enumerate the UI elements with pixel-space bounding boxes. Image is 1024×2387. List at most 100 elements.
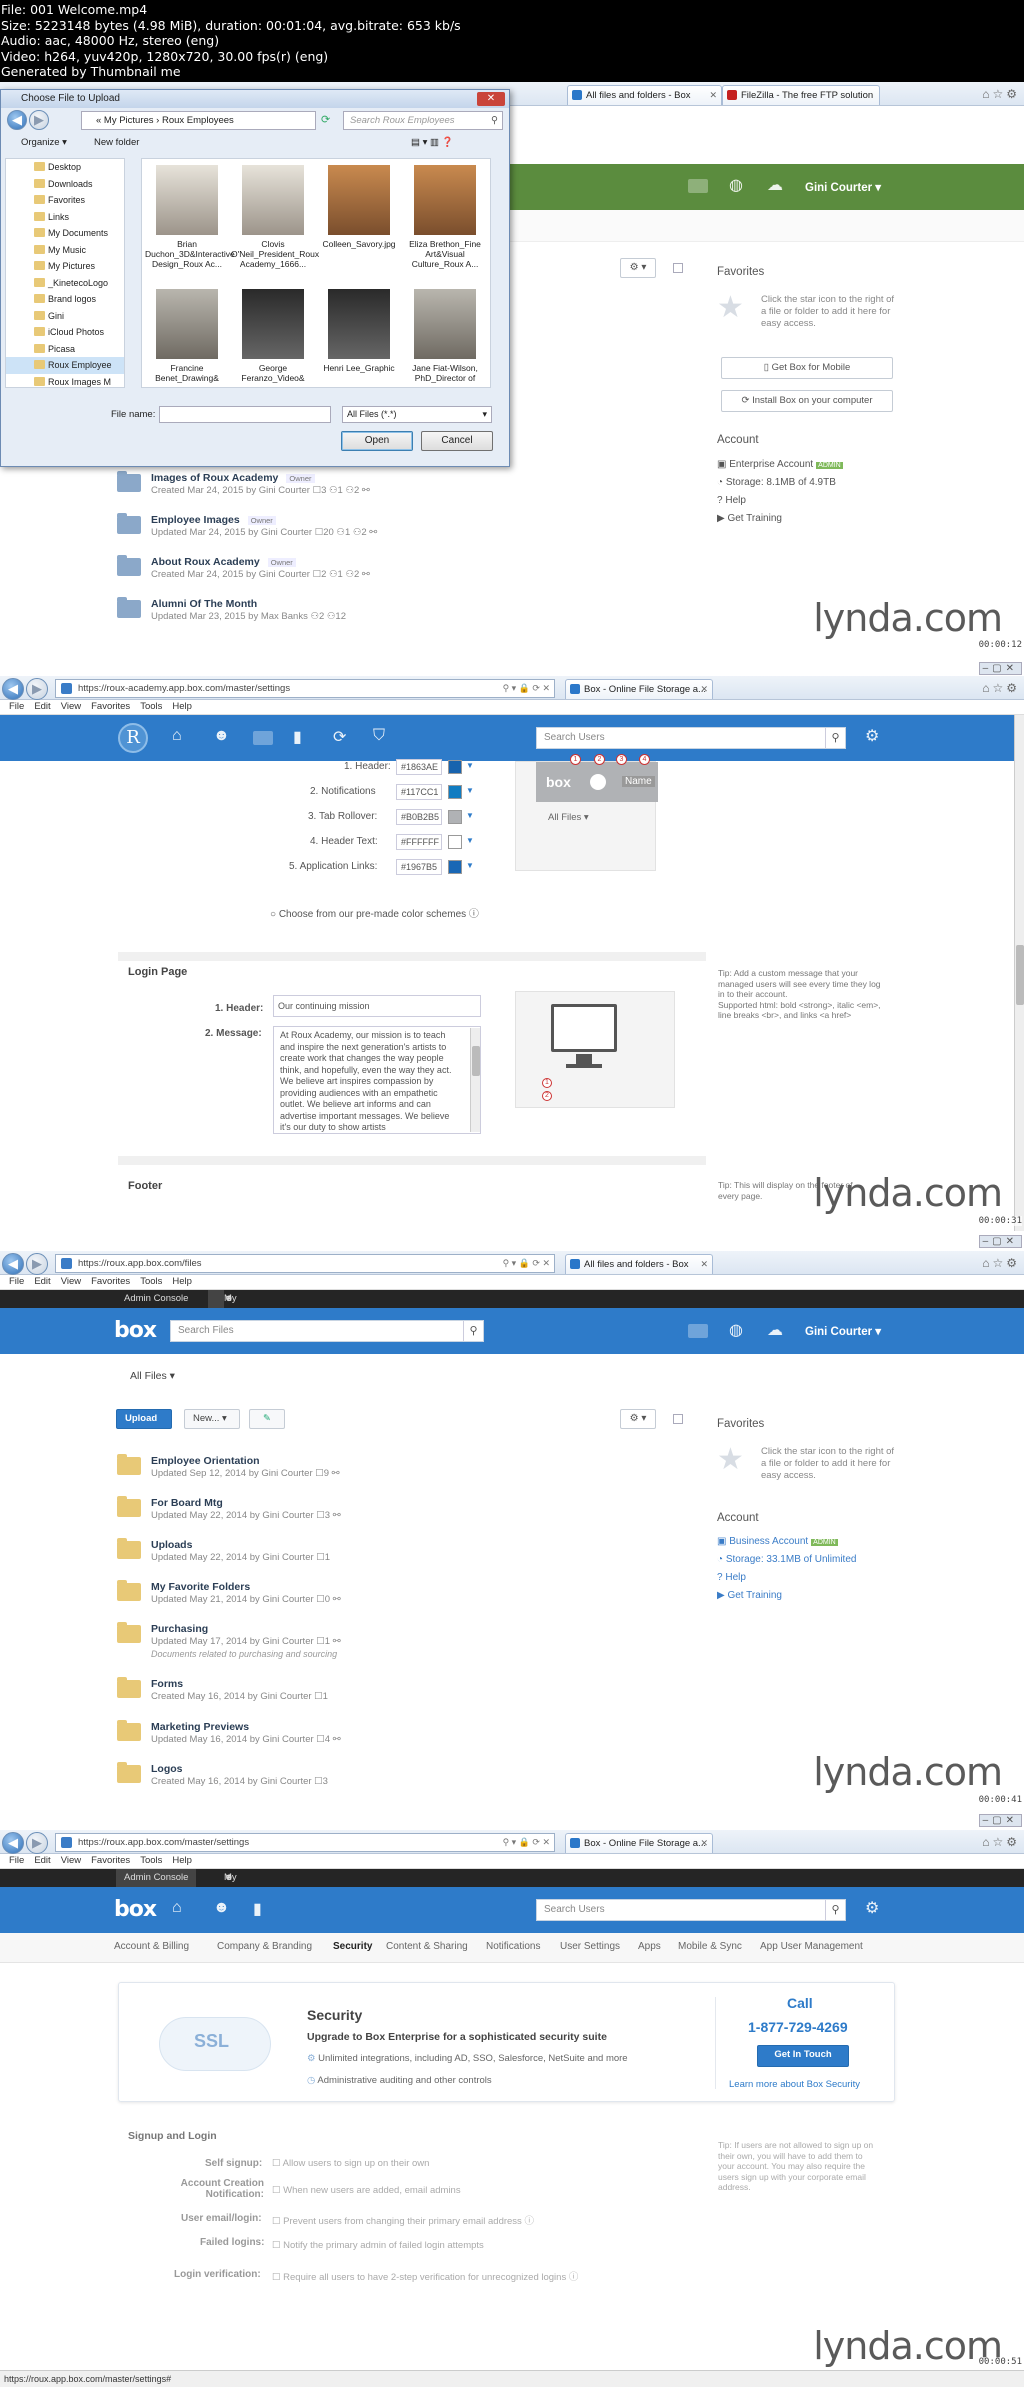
folder-path-bar[interactable]: « My Pictures › Roux Employees xyxy=(81,111,316,130)
tab-mobile-sync[interactable]: Mobile & Sync xyxy=(678,1941,742,1952)
box-logo[interactable]: box xyxy=(114,1897,157,1922)
close-tab-icon[interactable]: ✕ xyxy=(700,1255,708,1274)
refresh-icon[interactable]: ⟳ xyxy=(333,727,346,747)
globe-icon[interactable]: ◍ xyxy=(729,175,743,195)
open-button[interactable]: Open xyxy=(341,431,413,451)
menu-tools[interactable]: Tools xyxy=(140,1855,162,1866)
menu-view[interactable]: View xyxy=(61,1276,81,1287)
tab-security[interactable]: Security xyxy=(333,1941,372,1952)
file-thumbnail[interactable]: Jane Fiat-Wilson, PhD_Director of xyxy=(403,289,487,383)
search-files-input[interactable]: Search Files ⚲ xyxy=(170,1320,484,1342)
box-logo[interactable]: box xyxy=(114,1318,157,1343)
tab-box-files[interactable]: All files and folders - Box ✕ xyxy=(567,85,722,105)
admin-console-link[interactable]: Admin Console xyxy=(116,1290,196,1308)
window-controls[interactable]: –▢✕ xyxy=(978,1235,1022,1248)
color-swatch[interactable] xyxy=(448,760,462,774)
color-hex-input[interactable]: #B0B2B5 xyxy=(396,809,442,825)
tree-item[interactable]: Gini xyxy=(6,308,124,325)
tab-filezilla[interactable]: FileZilla - The free FTP solution xyxy=(722,85,880,105)
shield-icon[interactable]: ⛉ xyxy=(373,727,385,745)
menu-view[interactable]: View xyxy=(61,1855,81,1866)
settings-dropdown-button[interactable]: ⚙ ▾ xyxy=(620,1409,656,1429)
tab-notifications[interactable]: Notifications xyxy=(486,1941,540,1952)
gear-icon[interactable]: ⚙ xyxy=(865,726,879,746)
breadcrumb[interactable]: All Files ▾ xyxy=(130,1370,175,1382)
menu-file[interactable]: File xyxy=(9,1855,24,1866)
tab-account-billing[interactable]: Account & Billing xyxy=(114,1941,189,1952)
menu-edit[interactable]: Edit xyxy=(34,1855,50,1866)
organize-button[interactable]: Organize ▾ xyxy=(21,137,67,148)
menu-favorites[interactable]: Favorites xyxy=(91,1855,130,1866)
search-icon[interactable]: ⚲ xyxy=(825,728,845,748)
tree-item[interactable]: Roux Images M xyxy=(6,374,124,388)
search-users-input[interactable]: Search Users ⚲ xyxy=(536,1899,846,1921)
close-icon[interactable]: ✕ xyxy=(477,92,505,106)
tree-item[interactable]: Desktop xyxy=(6,159,124,176)
self-signup-option[interactable]: ☐ Allow users to sign up on their own xyxy=(272,2158,429,2169)
close-tab-icon[interactable]: ✕ xyxy=(709,86,717,105)
my-account-link[interactable]: ☻ My Account xyxy=(208,1290,258,1322)
reports-icon[interactable]: ▮ xyxy=(293,727,302,747)
menu-tools[interactable]: Tools xyxy=(140,701,162,712)
chevron-down-icon[interactable]: ▼ xyxy=(466,761,474,770)
close-tab-icon[interactable]: ✕ xyxy=(700,680,708,699)
forward-arrow-icon[interactable]: ▶ xyxy=(29,110,49,130)
back-button[interactable]: ◀ xyxy=(2,1253,24,1275)
help-link[interactable]: ? Help xyxy=(717,1572,746,1583)
forward-button[interactable]: ▶ xyxy=(26,1253,48,1275)
file-name-input[interactable] xyxy=(159,406,331,423)
refresh-icon[interactable]: ⟳ xyxy=(321,113,330,126)
tree-item[interactable]: Picasa xyxy=(6,341,124,358)
tree-item[interactable]: Downloads xyxy=(6,176,124,193)
install-box-button[interactable]: ⟳ Install Box on your computer xyxy=(721,390,893,412)
textarea-scrollbar[interactable] xyxy=(470,1028,480,1132)
menu-file[interactable]: File xyxy=(9,701,24,712)
learn-more-link[interactable]: Learn more about Box Security xyxy=(729,2079,860,2090)
chevron-down-icon[interactable]: ▼ xyxy=(466,861,474,870)
file-thumbnail[interactable]: Henri Lee_Graphic xyxy=(317,289,401,373)
menu-help[interactable]: Help xyxy=(172,1276,192,1287)
tree-item[interactable]: iCloud Photos xyxy=(6,324,124,341)
new-folder-button[interactable]: New folder xyxy=(94,137,139,148)
storage-link[interactable]: ◔ Storage: 33.1MB of Unlimited xyxy=(717,1554,856,1565)
select-all-checkbox[interactable] xyxy=(673,263,683,273)
forward-button[interactable]: ▶ xyxy=(26,678,48,700)
get-box-mobile-button[interactable]: ▯ Get Box for Mobile xyxy=(721,357,893,379)
home-icon[interactable]: ⌂ xyxy=(172,1899,182,1917)
failed-logins-option[interactable]: ☐ Notify the primary admin of failed log… xyxy=(272,2240,484,2251)
address-bar[interactable]: https://roux.app.box.com/files ⚲ ▾ 🔒 ⟳ ✕ xyxy=(55,1254,555,1273)
dialog-search-input[interactable]: Search Roux Employees ⚲ xyxy=(343,111,503,130)
account-creation-option[interactable]: ☐ When new users are added, email admins xyxy=(272,2185,461,2196)
menu-edit[interactable]: Edit xyxy=(34,1276,50,1287)
search-icon[interactable]: ⚲ xyxy=(463,1321,483,1341)
users-icon[interactable]: ☻ xyxy=(213,727,230,745)
folder-icon[interactable] xyxy=(253,731,273,745)
page-scrollbar[interactable] xyxy=(1014,715,1024,1231)
login-header-input[interactable]: Our continuing mission xyxy=(273,995,481,1017)
business-account-link[interactable]: ▣ Business Account ADMIN xyxy=(717,1536,838,1547)
back-button[interactable]: ◀ xyxy=(2,678,24,700)
cloud-icon[interactable]: ☁ xyxy=(767,175,783,195)
file-thumbnail[interactable]: George Feranzo_Video& xyxy=(231,289,315,383)
file-thumbnail[interactable]: Brian Duchon_3D&Interactive Design_Roux … xyxy=(145,165,235,269)
upload-button[interactable]: Upload ▾ xyxy=(116,1409,172,1442)
help-icon[interactable]: ❓ xyxy=(442,137,454,148)
tab-apps[interactable]: Apps xyxy=(638,1941,661,1952)
lock-refresh-icons[interactable]: ⚲ ▾ 🔒 ⟳ ✕ xyxy=(503,680,550,697)
user-menu[interactable]: Gini Courter ▾ xyxy=(805,180,881,194)
reports-icon[interactable]: ▮ xyxy=(253,1899,262,1919)
user-menu[interactable]: Gini Courter ▾ xyxy=(805,1324,881,1338)
lock-refresh-icons[interactable]: ⚲ ▾ 🔒 ⟳ ✕ xyxy=(503,1255,550,1272)
pencil-icon[interactable]: ✎ xyxy=(249,1409,285,1429)
tab-company-branding[interactable]: Company & Branding xyxy=(217,1941,312,1952)
color-swatch[interactable] xyxy=(448,835,462,849)
color-hex-input[interactable]: #117CC1 xyxy=(396,784,442,800)
globe-icon[interactable]: ◍ xyxy=(729,1320,743,1340)
settings-dropdown-button[interactable]: ⚙ ▾ xyxy=(620,258,656,278)
radio-button[interactable]: ○ xyxy=(270,909,279,920)
lock-refresh-icons[interactable]: ⚲ ▾ 🔒 ⟳ ✕ xyxy=(503,1834,550,1851)
get-in-touch-button[interactable]: Get In Touch xyxy=(757,2045,849,2067)
chevron-down-icon[interactable]: ▼ xyxy=(466,811,474,820)
menu-help[interactable]: Help xyxy=(172,701,192,712)
forward-button[interactable]: ▶ xyxy=(26,1832,48,1854)
